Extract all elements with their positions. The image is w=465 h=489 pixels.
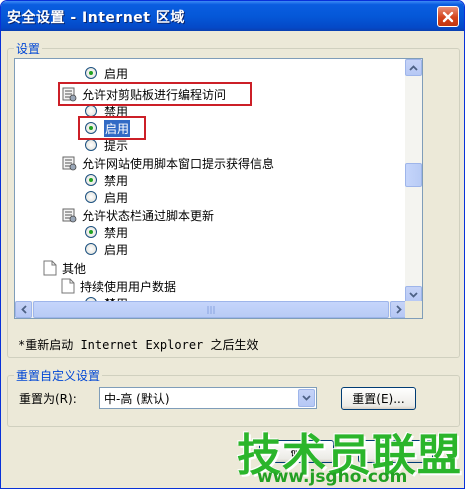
radio-option[interactable]: 启用 <box>85 241 128 257</box>
radio-option[interactable]: 禁用 <box>85 224 128 240</box>
highlight-box-setting <box>58 82 252 106</box>
radio-label: 启用 <box>104 242 129 257</box>
radio-button[interactable] <box>85 243 97 255</box>
security-settings-dialog: 安全设置 - Internet 区域 设置 启用 允许对剪贴板进行编程访问 禁用… <box>0 0 465 489</box>
category-other[interactable]: 其他 <box>43 260 86 276</box>
arrow-right-icon <box>395 305 402 314</box>
reset-button[interactable]: 重置(E)... <box>341 387 416 410</box>
close-button[interactable] <box>437 6 459 27</box>
watermark-url: www.jsgho.com <box>257 467 408 487</box>
radio-option[interactable]: 启用 <box>85 65 128 81</box>
radio-button[interactable] <box>85 174 97 186</box>
setting-item-status-bar[interactable]: 允许状态栏通过脚本更新 <box>61 207 214 223</box>
settings-tree[interactable]: 启用 允许对剪贴板进行编程访问 禁用 启用 提示 允许网站使用脚本窗口提示获得信… <box>14 58 423 319</box>
radio-label: 禁用 <box>104 225 129 240</box>
vertical-scroll-thumb[interactable] <box>405 163 422 187</box>
setting-item-user-data[interactable]: 持续使用用户数据 <box>61 278 176 294</box>
vertical-scrollbar[interactable] <box>405 59 422 303</box>
setting-label: 持续使用用户数据 <box>80 279 177 294</box>
settings-group-label: 设置 <box>14 40 43 57</box>
scroll-left-button[interactable] <box>15 301 32 318</box>
radio-button[interactable] <box>85 191 97 203</box>
radio-label: 启用 <box>104 190 129 205</box>
settings-scroll-icon <box>62 156 77 171</box>
setting-label: 允许网站使用脚本窗口提示获得信息 <box>82 156 275 171</box>
arrow-down-icon <box>409 291 418 298</box>
radio-label: 禁用 <box>104 173 129 188</box>
document-icon <box>43 260 57 276</box>
reset-level-value: 中-高 (默认) <box>104 391 170 406</box>
radio-option[interactable]: 禁用 <box>85 172 128 188</box>
radio-label: 启用 <box>104 66 129 81</box>
close-icon <box>442 11 454 22</box>
settings-scroll-icon <box>62 208 77 223</box>
document-icon <box>61 278 75 294</box>
title-bar[interactable]: 安全设置 - Internet 区域 <box>1 1 464 31</box>
window-title: 安全设置 - Internet 区域 <box>7 10 185 26</box>
arrow-left-icon <box>20 305 27 314</box>
dropdown-button[interactable] <box>298 389 315 407</box>
scrollbar-corner <box>405 301 422 318</box>
reset-to-label: 重置为(R): <box>19 392 77 406</box>
radio-option[interactable]: 启用 <box>85 189 128 205</box>
highlight-box-option <box>78 116 146 140</box>
radio-button[interactable] <box>85 226 97 238</box>
setting-label: 允许状态栏通过脚本更新 <box>82 208 215 223</box>
setting-item-script-prompt[interactable]: 允许网站使用脚本窗口提示获得信息 <box>61 155 274 171</box>
arrow-up-icon <box>409 64 418 71</box>
scroll-up-button[interactable] <box>405 59 422 76</box>
radio-button[interactable] <box>85 67 97 79</box>
horizontal-scroll-thumb[interactable] <box>33 301 389 318</box>
horizontal-scrollbar[interactable] <box>15 301 407 318</box>
grip-icon <box>207 306 215 314</box>
radio-button[interactable] <box>85 139 97 151</box>
reset-level-select[interactable]: 中-高 (默认) <box>99 387 317 409</box>
restart-note: *重新启动 Internet Explorer 之后生效 <box>18 338 259 352</box>
category-label: 其他 <box>62 261 87 276</box>
reset-group-label: 重置自定义设置 <box>14 367 103 384</box>
chevron-down-icon <box>302 395 311 401</box>
